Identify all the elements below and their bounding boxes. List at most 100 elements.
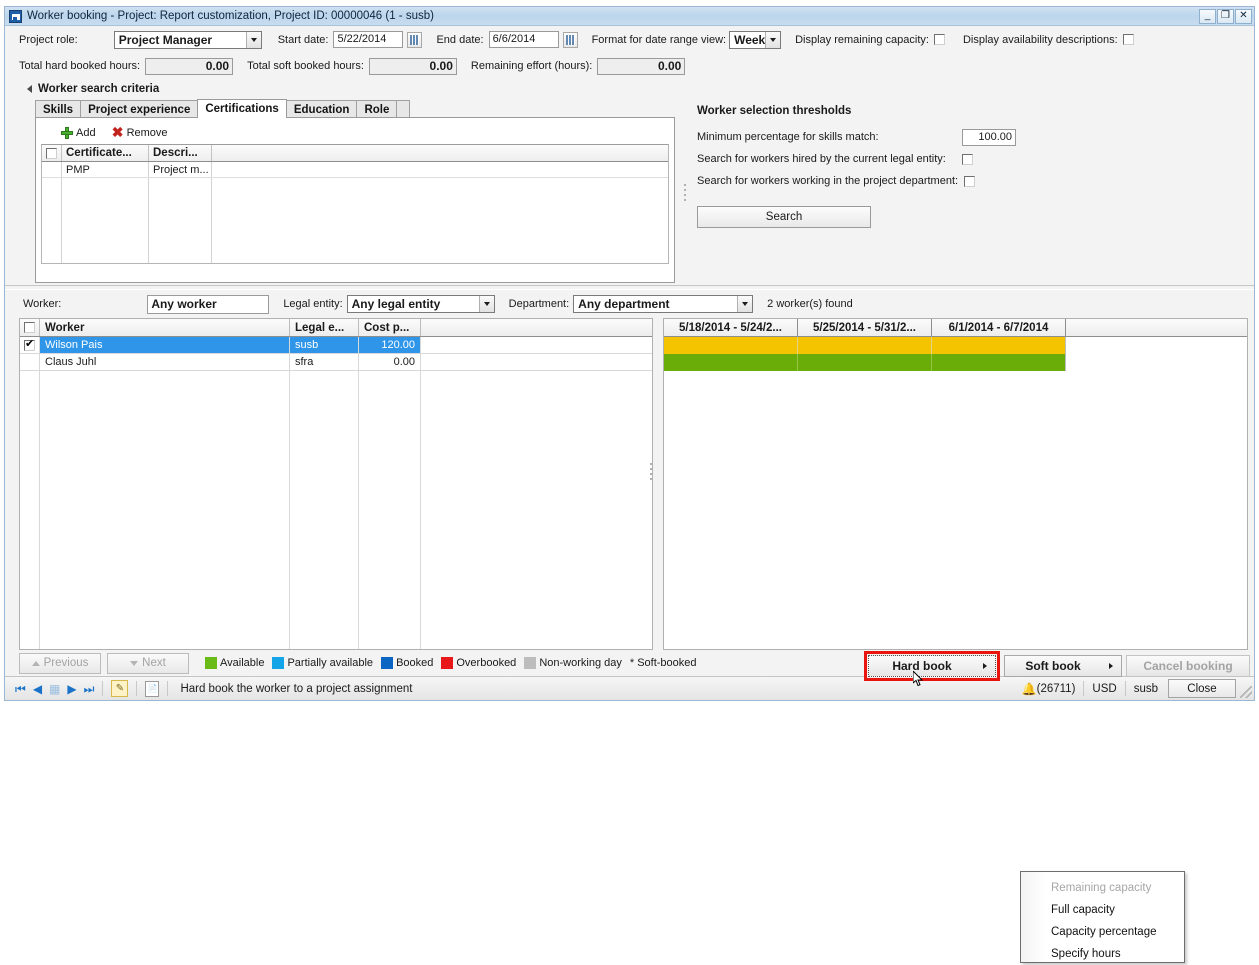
worker-search-criteria-group-header[interactable]: Worker search criteria [5, 79, 1254, 99]
record-navigation: ⏮ ◀ ▦ ▶ ⏭ [15, 683, 94, 695]
next-record-icon[interactable]: ▶ [67, 683, 76, 695]
menu-item-specify-hours[interactable]: Specify hours [1045, 943, 1184, 965]
chevron-down-icon[interactable] [765, 31, 781, 48]
column-legal-entity[interactable]: Legal e... [290, 319, 359, 336]
notification-bell-icon[interactable]: 🔔 [1022, 682, 1037, 696]
legend-label: Booked [396, 657, 434, 669]
calendar-cell[interactable] [798, 354, 932, 371]
calendar-cell[interactable] [932, 337, 1066, 354]
close-icon[interactable]: ✕ [1235, 8, 1252, 24]
column-cost-price[interactable]: Cost p... [359, 319, 421, 336]
worker-grid-empty-area[interactable] [20, 371, 652, 649]
resize-grip[interactable] [1240, 685, 1252, 698]
tab-project-experience[interactable]: Project experience [80, 100, 199, 118]
grid-empty-area[interactable] [42, 178, 668, 263]
first-record-icon[interactable]: ⏮ [15, 683, 26, 695]
date-format-select[interactable]: Weeks [729, 30, 782, 49]
row-checkbox[interactable] [24, 338, 35, 351]
total-soft-booked-value: 0.00 [368, 57, 457, 75]
tab-role[interactable]: Role [356, 100, 398, 118]
tab-skills[interactable]: Skills [35, 100, 82, 118]
legal-entity-filter-select[interactable]: Any legal entity [346, 295, 495, 313]
calendar-cell[interactable] [798, 337, 932, 354]
tab-certifications[interactable]: Certifications [197, 99, 287, 118]
project-role-select[interactable]: Project Manager [113, 30, 262, 49]
worker-results-grid[interactable]: Worker Legal e... Cost p... Wilson Pais … [19, 318, 653, 650]
cell-legal-entity: sfra [290, 354, 359, 370]
calendar-row-soft-booked[interactable] [664, 337, 1247, 354]
row-checkbox-cell[interactable] [20, 337, 40, 353]
edit-record-icon[interactable]: ✎ [111, 680, 129, 697]
tab-education[interactable]: Education [285, 100, 358, 118]
grid-view-icon[interactable]: ▦ [49, 683, 60, 695]
end-date-calendar-icon[interactable] [562, 31, 578, 48]
working-in-department-checkbox[interactable] [964, 175, 976, 187]
start-date-calendar-icon[interactable] [407, 31, 423, 48]
calendar-column-week-2[interactable]: 5/25/2014 - 5/31/2... [798, 319, 932, 336]
department-filter-select[interactable]: Any department [573, 295, 754, 313]
calendar-cell[interactable] [932, 354, 1066, 371]
search-button[interactable]: Search [697, 206, 871, 228]
currency-code: USD [1092, 682, 1117, 695]
chevron-down-icon[interactable] [478, 296, 494, 312]
certifications-grid[interactable]: Certificate... Descri... PMP Project m..… [41, 144, 669, 264]
remove-button[interactable]: ✖ Remove [112, 125, 168, 139]
status-divider [1124, 681, 1126, 696]
menu-item-full-capacity[interactable]: Full capacity [1045, 899, 1184, 921]
title-bar[interactable]: Worker booking - Project: Report customi… [5, 7, 1254, 26]
display-remaining-capacity-checkbox[interactable] [933, 34, 945, 45]
add-button[interactable]: Add [61, 127, 96, 139]
worker-filter-input[interactable]: Any worker [147, 294, 270, 314]
calendar-column-week-3[interactable]: 6/1/2014 - 6/7/2014 [932, 319, 1066, 336]
row-select-cell[interactable] [42, 162, 62, 177]
worker-select-all-header[interactable] [20, 319, 40, 336]
calendar-cell[interactable] [664, 337, 798, 354]
expander-icon[interactable] [27, 85, 32, 93]
search-button-label: Search [765, 211, 803, 223]
column-description[interactable]: Descri... [149, 145, 212, 161]
hard-book-dropdown-menu[interactable]: Remaining capacity Full capacity Capacit… [1020, 871, 1185, 963]
column-worker[interactable]: Worker [40, 319, 290, 336]
previous-record-icon[interactable]: ◀ [33, 683, 42, 695]
date-format-value: Weeks [734, 32, 766, 47]
tab-label: Skills [43, 103, 74, 116]
table-row[interactable]: Claus Juhl sfra 0.00 [20, 354, 652, 371]
availability-calendar-grid[interactable]: 5/18/2014 - 5/24/2... 5/25/2014 - 5/31/2… [663, 318, 1248, 650]
hired-by-legal-entity-checkbox[interactable] [962, 153, 973, 165]
menu-item-remaining-capacity: Remaining capacity [1051, 882, 1152, 894]
previous-button[interactable]: Previous [19, 652, 101, 674]
tab-label: Certifications [205, 103, 279, 115]
results-splitter[interactable] [650, 463, 652, 480]
end-date-input[interactable]: 6/6/2014 [488, 31, 559, 48]
minimize-icon[interactable]: _ [1199, 8, 1216, 24]
calendar-cell[interactable] [664, 354, 798, 371]
select-all-checkbox[interactable] [46, 147, 57, 159]
calendar-cell-filler [1066, 354, 1247, 371]
legal-entity-filter-label: Legal entity: [283, 298, 343, 310]
table-row[interactable]: Wilson Pais susb 120.00 [20, 337, 652, 354]
calendar-column-week-1[interactable]: 5/18/2014 - 5/24/2... [664, 319, 798, 336]
column-certificate[interactable]: Certificate... [62, 145, 149, 161]
last-record-icon[interactable]: ⏭ [84, 683, 95, 695]
menu-item-capacity-percentage[interactable]: Capacity percentage [1045, 921, 1184, 943]
select-all-checkbox[interactable] [24, 322, 35, 333]
chevron-down-icon[interactable] [245, 31, 261, 48]
next-button[interactable]: Next [107, 652, 189, 674]
row-checkbox-cell[interactable] [20, 354, 40, 370]
close-button[interactable]: Close [1168, 679, 1236, 698]
select-all-header[interactable] [42, 145, 62, 161]
maximize-icon[interactable]: ❐ [1217, 8, 1234, 24]
remove-button-label: Remove [126, 127, 168, 139]
soft-book-button[interactable]: Soft book [1004, 655, 1122, 677]
chevron-down-icon[interactable] [737, 296, 753, 312]
hard-book-button[interactable]: Hard book [868, 655, 996, 677]
calendar-row-available[interactable] [664, 354, 1247, 371]
criteria-splitter[interactable] [684, 184, 686, 201]
table-row[interactable]: PMP Project m... [42, 162, 668, 178]
start-date-input[interactable]: 5/22/2014 [333, 31, 404, 48]
display-availability-checkbox[interactable] [1122, 34, 1134, 45]
attachment-icon[interactable]: 📄 [145, 680, 160, 697]
criteria-tab-panel: Skills Project experience Certifications… [35, 99, 675, 285]
min-percentage-input[interactable]: 100.00 [962, 128, 1016, 146]
chevron-right-icon [1109, 663, 1113, 669]
